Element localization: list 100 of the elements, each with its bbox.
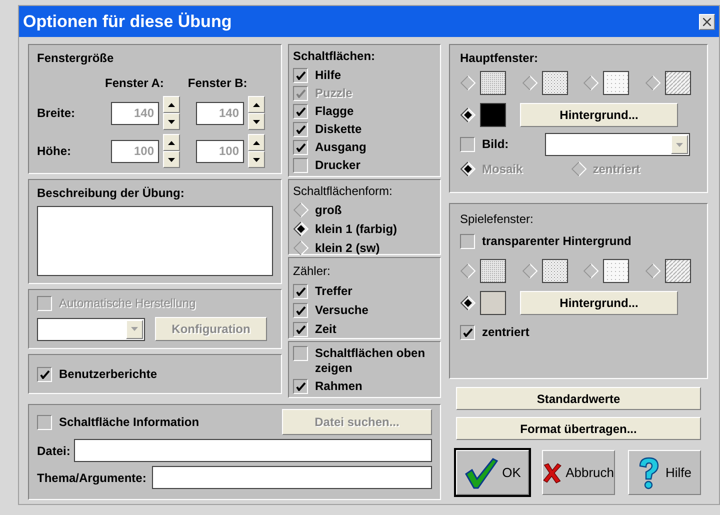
column-heading: Fenster B:: [188, 75, 248, 92]
checkbox-label: Benutzerberichte: [59, 366, 158, 382]
radio-button[interactable]: [644, 263, 661, 279]
checkbox[interactable]: [293, 379, 308, 394]
spin-down-button[interactable]: [248, 151, 265, 168]
checkbox[interactable]: [460, 234, 475, 249]
radio-label: klein 2 (sw): [315, 240, 380, 257]
group-title: Schaltflächenform:: [293, 183, 394, 200]
checkbox[interactable]: [37, 366, 52, 382]
group-title: Fenstergröße: [37, 50, 115, 67]
window-title: Optionen für diese Übung: [23, 10, 232, 33]
action-button[interactable]: Format übertragen...: [456, 417, 701, 440]
group-title: Beschreibung der Übung:: [37, 185, 186, 202]
up-arrow-icon: [253, 102, 260, 106]
spin-up-button[interactable]: [248, 96, 265, 113]
action-button[interactable]: Standardwerte: [456, 387, 701, 410]
file-field[interactable]: [74, 439, 432, 462]
pattern-swatch[interactable]: [480, 71, 506, 95]
radio-button[interactable]: [644, 75, 661, 91]
radio-button[interactable]: [570, 161, 587, 177]
checkbox-label: Treffer: [315, 284, 352, 299]
pattern-swatch[interactable]: [480, 103, 506, 127]
down-arrow-icon: [168, 120, 175, 124]
radio-label: klein 1 (farbig): [315, 221, 398, 238]
checkbox-label: zentriert: [482, 325, 530, 340]
radio-button[interactable]: [293, 202, 309, 218]
group-title: Spielefenster:: [460, 211, 534, 228]
up-arrow-icon: [168, 102, 175, 106]
checkbox[interactable]: [293, 104, 308, 119]
radio-button[interactable]: [522, 263, 538, 279]
checkbox-label: Zeit: [315, 322, 336, 337]
radio-button[interactable]: [522, 75, 538, 91]
checkbox-label: Diskette: [315, 122, 362, 137]
checkbox[interactable]: [293, 140, 308, 155]
group-title: Hauptfenster:: [460, 50, 540, 67]
column-heading: Fenster A:: [105, 75, 164, 92]
radio-button[interactable]: [460, 107, 476, 123]
checkbox[interactable]: [460, 325, 475, 340]
spin-up-button[interactable]: [248, 134, 265, 151]
checkbox[interactable]: [293, 122, 308, 137]
checkbox[interactable]: [293, 68, 308, 83]
down-arrow-icon: [253, 158, 260, 162]
radio-button[interactable]: [583, 75, 600, 91]
down-arrow-icon: [253, 120, 260, 124]
radio-button[interactable]: [583, 263, 600, 279]
up-arrow-icon: [168, 140, 175, 144]
spin-down-button[interactable]: [248, 113, 265, 130]
radio-button[interactable]: [460, 295, 476, 311]
pattern-swatch[interactable]: [664, 259, 691, 283]
pattern-swatch[interactable]: [480, 259, 506, 283]
field-label: Datei:: [37, 442, 70, 460]
dropdown-field[interactable]: [37, 318, 145, 340]
checkbox-label: Puzzle: [315, 86, 352, 101]
checkbox[interactable]: [37, 414, 52, 430]
background-button[interactable]: Hintergrund...: [520, 291, 678, 315]
spin-down-button[interactable]: [163, 113, 180, 130]
field-label: Thema/Argumente:: [37, 470, 146, 486]
checkbox[interactable]: [460, 137, 475, 152]
checkbox[interactable]: [293, 322, 308, 337]
pattern-swatch[interactable]: [664, 71, 691, 95]
dropdown-button[interactable]: [126, 320, 143, 338]
dialog-button[interactable]: Abbruch: [542, 450, 615, 495]
checkmark-icon: [464, 456, 498, 488]
spin-up-button[interactable]: [163, 134, 180, 151]
radio-button[interactable]: [460, 161, 476, 177]
checkbox[interactable]: [293, 158, 308, 173]
check-icon: [296, 382, 306, 391]
checkbox-label: transparenter Hintergrund: [482, 234, 632, 249]
down-arrow-icon: [131, 327, 138, 331]
radio-label: Mosaik: [482, 161, 523, 178]
group-title: Schaltflächen:: [293, 48, 376, 65]
dialog-button[interactable]: Hilfe: [628, 450, 701, 495]
pattern-swatch[interactable]: [480, 291, 506, 315]
close-button[interactable]: [699, 14, 715, 30]
down-arrow-icon: [676, 142, 683, 146]
radio-button[interactable]: [293, 221, 309, 237]
pattern-swatch[interactable]: [603, 259, 630, 283]
checkbox[interactable]: [293, 346, 308, 361]
spin-down-button[interactable]: [163, 151, 180, 168]
dialog-button[interactable]: OK: [456, 450, 529, 495]
checkbox-label: Bild:: [482, 137, 509, 152]
radio-button[interactable]: [293, 240, 309, 256]
checkbox-label: Drucker: [315, 158, 360, 173]
background-button[interactable]: Hintergrund...: [520, 103, 678, 127]
spin-up-button[interactable]: [163, 96, 180, 113]
description-field[interactable]: [37, 206, 273, 276]
down-arrow-icon: [168, 158, 175, 162]
topic-field[interactable]: [152, 466, 432, 489]
pattern-swatch[interactable]: [542, 71, 568, 95]
checkbox[interactable]: [293, 284, 308, 299]
checkbox-label: Schaltfläche Information: [59, 414, 200, 430]
radio-label: zentriert: [592, 161, 640, 178]
check-icon: [462, 328, 472, 337]
radio-button[interactable]: [460, 75, 476, 91]
checkbox[interactable]: [293, 303, 308, 318]
pattern-swatch[interactable]: [603, 71, 630, 95]
radio-button[interactable]: [460, 263, 476, 279]
pattern-swatch[interactable]: [542, 259, 568, 283]
checkbox-label: Schaltflächen oben zeigen: [315, 346, 426, 376]
checkbox-label: Flagge: [315, 104, 354, 119]
